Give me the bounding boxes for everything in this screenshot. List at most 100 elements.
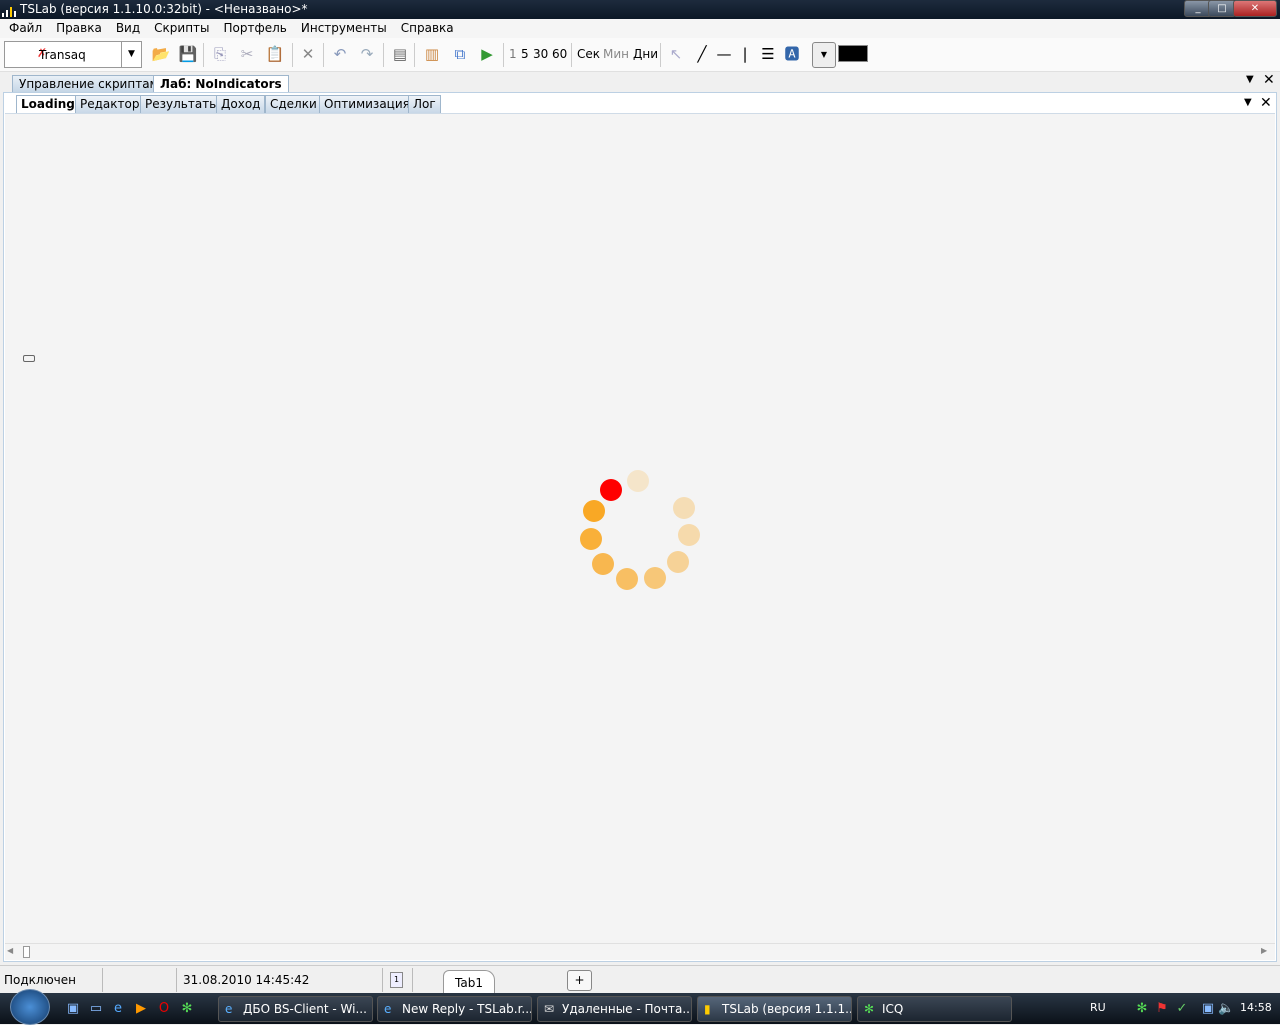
unit-seconds[interactable]: Сек — [577, 47, 600, 61]
start-button[interactable] — [10, 989, 50, 1025]
taskbar-item[interactable]: e ДБО BS-Client - Wi... — [218, 996, 373, 1022]
close-icon[interactable]: ✕ — [1260, 95, 1272, 111]
delete-icon[interactable]: ✕ — [298, 44, 318, 64]
tslab-logo-icon — [2, 4, 16, 17]
close-icon[interactable]: ✕ — [1263, 72, 1275, 88]
menu-edit[interactable]: Правка — [49, 19, 109, 38]
scroll-thumb[interactable] — [23, 946, 30, 958]
save-icon[interactable]: 💾 — [178, 44, 198, 64]
cursor-icon[interactable]: ↖ — [666, 44, 686, 64]
tab-menu-icon[interactable]: ▼ — [1246, 74, 1254, 85]
play-icon[interactable]: ▶ — [477, 44, 497, 64]
taskbar-item-label: ДБО BS-Client - Wi... — [243, 1002, 367, 1016]
language-indicator[interactable]: RU — [1090, 1001, 1106, 1014]
divider — [102, 968, 103, 992]
tab-optimization[interactable]: Оптимизация — [319, 95, 415, 113]
separator — [503, 43, 504, 67]
menu-view[interactable]: Вид — [109, 19, 147, 38]
update-icon[interactable]: ✓ — [1174, 1001, 1190, 1017]
switch-windows-icon[interactable]: ▭ — [88, 1001, 104, 1017]
color-swatch[interactable] — [838, 45, 868, 62]
close-button[interactable]: ✕ — [1233, 0, 1277, 17]
menu-file[interactable]: Файл — [2, 19, 49, 38]
tab-loading[interactable]: Loading — [16, 95, 80, 113]
window-title: TSLab (версия 1.1.10.0:32bit) - <Неназва… — [20, 2, 308, 16]
media-player-icon[interactable]: ▶ — [133, 1001, 149, 1017]
document-tabs: Управление скриптами Лаб: NoIndicators ▼… — [0, 72, 1280, 92]
tab-results[interactable]: Результаты — [140, 95, 224, 113]
menu-help[interactable]: Справка — [394, 19, 461, 38]
scroll-left-icon[interactable]: ◀ — [7, 946, 13, 955]
tab-editor[interactable]: Редактор — [75, 95, 145, 113]
menu-scripts[interactable]: Скрипты — [147, 19, 216, 38]
horizontal-line-icon[interactable]: — — [714, 44, 734, 64]
show-desktop-icon[interactable]: ▣ — [65, 1001, 81, 1017]
redo-icon[interactable]: ↷ — [357, 44, 377, 64]
taskbar-item[interactable]: e New Reply - TSLab.r... — [377, 996, 532, 1022]
vertical-line-icon[interactable]: | — [735, 44, 755, 64]
paste-icon[interactable]: 📋 — [265, 44, 285, 64]
icq-icon: ✻ — [864, 1002, 875, 1016]
menu-tools[interactable]: Инструменты — [294, 19, 394, 38]
open-folder-icon[interactable]: 📂 — [151, 44, 171, 64]
separator — [323, 43, 324, 67]
add-tab-button[interactable]: + — [567, 970, 592, 991]
ie-icon[interactable]: e — [110, 1001, 126, 1017]
properties-icon[interactable]: ▤ — [390, 44, 410, 64]
divider — [382, 968, 383, 992]
taskbar-item-active[interactable]: ▮ TSLab (версия 1.1.1... — [697, 996, 852, 1022]
color-dropdown[interactable]: ▼ — [812, 42, 836, 68]
loading-area — [5, 113, 1275, 943]
line-tool-icon[interactable]: ╱ — [692, 44, 712, 64]
tslab-icon: ▮ — [704, 1002, 711, 1016]
interval-5[interactable]: 5 — [521, 47, 529, 61]
icq-icon[interactable]: ✻ — [179, 1001, 195, 1017]
fibonacci-icon[interactable]: ☰ — [758, 44, 778, 64]
spinner-dot — [600, 479, 622, 501]
network-icon[interactable]: ▣ — [1200, 1001, 1216, 1017]
toolbar: ✗ Transaq ▼ 📂 💾 ⎘ ✂ 📋 ✕ ↶ ↷ ▤ ▥ ⧉ ▶ 1 5 … — [0, 38, 1280, 72]
page-icon[interactable]: 1 — [390, 972, 403, 988]
interval-1[interactable]: 1 — [509, 47, 517, 61]
menu-portfolio[interactable]: Портфель — [217, 19, 294, 38]
icq-tray-icon[interactable]: ✻ — [1134, 1001, 1150, 1017]
separator — [571, 43, 572, 67]
unit-days[interactable]: Дни — [633, 47, 658, 61]
small-handle[interactable] — [23, 355, 35, 362]
undo-icon[interactable]: ↶ — [330, 44, 350, 64]
tab-log[interactable]: Лог — [408, 95, 441, 113]
taskbar-item[interactable]: ✻ ICQ — [857, 996, 1012, 1022]
tab-lab-noindicators[interactable]: Лаб: NoIndicators — [153, 75, 289, 92]
spinner-dot — [580, 528, 602, 550]
ie-icon: e — [384, 1002, 392, 1016]
unit-minutes[interactable]: Мин — [603, 47, 629, 61]
antivirus-icon[interactable]: ⚑ — [1154, 1001, 1170, 1017]
volume-icon[interactable]: 🔈 — [1218, 1001, 1234, 1017]
chart-icon[interactable]: ▥ — [422, 44, 442, 64]
taskbar-item-label: ICQ — [882, 1002, 904, 1016]
taskbar-item[interactable]: ✉ Удаленные - Почта... — [537, 996, 692, 1022]
connector-select[interactable]: ✗ Transaq ▼ — [4, 41, 142, 68]
interval-60[interactable]: 60 — [552, 47, 567, 61]
connector-label: Transaq — [39, 48, 86, 62]
tab-tab1[interactable]: Tab1 — [443, 970, 495, 994]
ie-icon: e — [225, 1002, 233, 1016]
text-tool-icon[interactable]: 🅰 — [782, 44, 802, 64]
scroll-right-icon[interactable]: ▶ — [1261, 946, 1267, 955]
tab-trades[interactable]: Сделки — [265, 95, 322, 113]
copy-icon[interactable]: ⎘ — [210, 44, 230, 64]
horizontal-scrollbar[interactable]: ◀ ▶ — [5, 943, 1275, 960]
diagram-icon[interactable]: ⧉ — [450, 44, 470, 64]
tab-income[interactable]: Доход — [216, 95, 266, 113]
chevron-down-icon[interactable]: ▼ — [121, 42, 141, 67]
interval-30[interactable]: 30 — [533, 47, 548, 61]
maximize-button[interactable]: □ — [1208, 0, 1236, 17]
tab-script-management[interactable]: Управление скриптами — [12, 75, 174, 92]
cut-icon[interactable]: ✂ — [237, 44, 257, 64]
windows-taskbar: ▣ ▭ e ▶ O ✻ e ДБО BS-Client - Wi... e New … — [0, 989, 1280, 1025]
subtab-menu-icon[interactable]: ▼ — [1244, 97, 1252, 108]
opera-icon[interactable]: O — [156, 1001, 172, 1017]
connection-status: Подключен — [4, 973, 76, 987]
taskbar-item-label: TSLab (версия 1.1.1... — [722, 1002, 852, 1016]
spinner-dot — [627, 470, 649, 492]
